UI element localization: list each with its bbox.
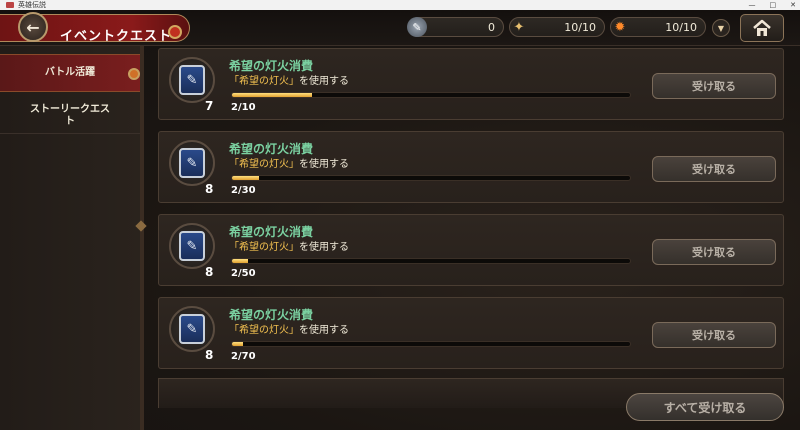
feather-badge-icon: ✎ — [179, 65, 205, 95]
quest-action: を使用する — [299, 325, 349, 336]
quest-reward-icon: ✎ — [169, 306, 215, 352]
header-bar: イベントクエスト ← ✎ 0 ✦ 10/10 ✹ 10/10 ▼ — [0, 10, 800, 46]
page-title: イベントクエスト — [60, 29, 173, 44]
progress-fill — [232, 93, 312, 97]
chevron-down-icon: ▼ — [717, 23, 725, 33]
progress-fill — [232, 342, 244, 346]
back-button[interactable]: ← — [18, 12, 48, 42]
progress-fill — [232, 176, 259, 180]
quest-item-name: 「希望の灯火」 — [229, 325, 299, 336]
sidebar: バトル活躍 ストーリークエスト — [0, 46, 142, 430]
quest-reward-icon: ✎ — [169, 57, 215, 103]
resource-torch: ✦ 10/10 — [509, 17, 605, 37]
resource-feather: ✎ 0 — [407, 17, 504, 37]
claim-button[interactable]: 受け取る — [652, 239, 776, 265]
active-indicator-icon — [128, 68, 140, 80]
quest-description: 「希望の灯火」を使用する — [229, 72, 349, 87]
quest-item-name: 「希望の灯火」 — [229, 159, 299, 170]
resource-dropdown-button[interactable]: ▼ — [712, 19, 730, 37]
quest-progress-bar — [231, 92, 631, 98]
quest-action: を使用する — [299, 76, 349, 87]
close-button[interactable]: ✕ — [790, 0, 796, 10]
claim-all-button[interactable]: すべて受け取る — [626, 393, 784, 421]
quest-progress-bar — [231, 258, 631, 264]
quest-item: ✎ 8 希望の灯火消費 「希望の灯火」を使用する 2/30 受け取る — [158, 131, 784, 203]
back-arrow-icon: ← — [26, 17, 40, 37]
game-screen: イベントクエスト ← ✎ 0 ✦ 10/10 ✹ 10/10 ▼ バトル活躍 ス… — [0, 10, 800, 430]
quest-reward-icon: ✎ — [169, 140, 215, 186]
resource-fire-value: 10/10 — [665, 20, 697, 34]
window-controls: — □ ✕ — [749, 0, 797, 10]
sidebar-divider — [140, 46, 144, 430]
maximize-button[interactable]: □ — [770, 0, 777, 10]
torch-icon: ✦ — [513, 19, 525, 35]
quest-progress-text: 2/70 — [231, 351, 256, 362]
resource-fire: ✹ 10/10 — [610, 17, 706, 37]
resource-feather-value: 0 — [488, 20, 495, 34]
quest-progress-bar — [231, 175, 631, 181]
minimize-button[interactable]: — — [749, 0, 756, 10]
sidebar-item-story[interactable]: ストーリークエスト — [0, 98, 140, 134]
quest-item-name: 「希望の灯火」 — [229, 242, 299, 253]
claim-button[interactable]: 受け取る — [652, 156, 776, 182]
feather-badge-icon: ✎ — [179, 314, 205, 344]
sidebar-item-label: ストーリークエスト — [30, 103, 110, 127]
quest-description: 「希望の灯火」を使用する — [229, 238, 349, 253]
quest-progress-text: 2/30 — [231, 185, 256, 196]
quest-item: ✎ 7 希望の灯火消費 「希望の灯火」を使用する 2/10 受け取る — [158, 48, 784, 120]
reward-count: 8 — [205, 182, 214, 196]
ornament-gem-icon — [168, 25, 182, 39]
quest-reward-icon: ✎ — [169, 223, 215, 269]
reward-count: 8 — [205, 265, 214, 279]
quest-action: を使用する — [299, 242, 349, 253]
reward-count: 8 — [205, 348, 214, 362]
quest-description: 「希望の灯火」を使用する — [229, 321, 349, 336]
home-button[interactable] — [740, 14, 784, 42]
resource-torch-value: 10/10 — [564, 20, 596, 34]
claim-button[interactable]: 受け取る — [652, 322, 776, 348]
quest-item: ✎ 8 希望の灯火消費 「希望の灯火」を使用する 2/50 受け取る — [158, 214, 784, 286]
quest-action: を使用する — [299, 159, 349, 170]
sidebar-item-label: バトル活躍 — [44, 67, 96, 78]
feather-icon: ✎ — [407, 17, 427, 37]
quest-progress-text: 2/50 — [231, 268, 256, 279]
home-icon — [753, 19, 771, 36]
window-titlebar: 英雄伝説 — □ ✕ — [0, 0, 800, 10]
quest-progress-text: 2/10 — [231, 102, 256, 113]
reward-count: 7 — [205, 99, 214, 113]
app-icon — [6, 2, 14, 8]
feather-badge-icon: ✎ — [179, 148, 205, 178]
fire-icon: ✹ — [614, 19, 626, 35]
sidebar-item-battle[interactable]: バトル活躍 — [0, 54, 140, 92]
quest-item-name: 「希望の灯火」 — [229, 76, 299, 87]
quest-item: ✎ 8 希望の灯火消費 「希望の灯火」を使用する 2/70 受け取る — [158, 297, 784, 369]
feather-badge-icon: ✎ — [179, 231, 205, 261]
quest-description: 「希望の灯火」を使用する — [229, 155, 349, 170]
progress-fill — [232, 259, 248, 263]
claim-button[interactable]: 受け取る — [652, 73, 776, 99]
quest-progress-bar — [231, 341, 631, 347]
window-title: 英雄伝説 — [18, 1, 46, 9]
